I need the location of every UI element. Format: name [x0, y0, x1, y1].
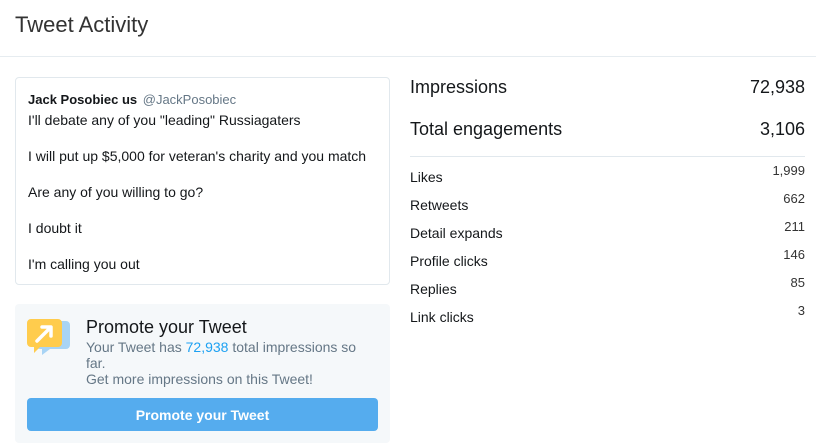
stat-row-retweets: Retweets 662	[410, 185, 805, 213]
stat-row-detail-expands: Detail expands 211	[410, 213, 805, 241]
stat-label: Profile clicks	[410, 253, 488, 269]
tweet-text-line: I doubt it	[28, 220, 82, 236]
impressions-stat: Impressions 72,938	[410, 72, 805, 114]
stats-panel: Impressions 72,938 Total engagements 3,1…	[410, 72, 805, 325]
impressions-value: 72,938	[749, 77, 805, 97]
stat-label: Detail expands	[410, 225, 503, 241]
stat-label: Retweets	[410, 197, 469, 213]
promote-text-prefix: Your Tweet has	[86, 339, 182, 355]
impressions-label: Impressions	[410, 77, 508, 97]
stat-label: Likes	[410, 169, 443, 185]
engagements-value: 3,106	[759, 119, 805, 139]
promote-tweet-button[interactable]: Promote your Tweet	[27, 398, 378, 431]
stat-row-profile-clicks: Profile clicks 146	[410, 241, 805, 269]
stat-value: 146	[783, 247, 805, 262]
promote-description: Your Tweet has 72,938 total impressions …	[86, 339, 366, 371]
engagements-label: Total engagements	[410, 119, 563, 139]
stat-row-link-clicks: Link clicks 3	[410, 297, 805, 325]
tweet-author-name[interactable]: Jack Posobiec	[28, 92, 118, 107]
stat-value: 1,999	[772, 163, 805, 178]
tweet-text-line: I'll debate any of you "leading" Russiag…	[28, 112, 301, 128]
tweet-author-flag: us	[121, 92, 138, 107]
promote-impressions-count: 72,938	[185, 339, 229, 355]
stat-value: 3	[797, 303, 805, 318]
promote-title: Promote your Tweet	[86, 317, 247, 337]
promote-megaphone-icon	[27, 319, 70, 355]
promote-subtext: Get more impressions on this Tweet!	[86, 371, 313, 387]
engagements-stat: Total engagements 3,106	[410, 114, 805, 156]
tweet-card[interactable]: Jack Posobiec us @JackPosobiec I'll deba…	[15, 77, 390, 285]
stat-row-likes: Likes 1,999	[410, 157, 805, 185]
stat-label: Link clicks	[410, 309, 474, 325]
stat-row-replies: Replies 85	[410, 269, 805, 297]
tweet-header: Jack Posobiec us @JackPosobiec	[28, 92, 377, 108]
page-title: Tweet Activity	[15, 12, 149, 37]
promote-panel: Promote your Tweet Your Tweet has 72,938…	[15, 304, 390, 443]
tweet-text-line: Are any of you willing to go?	[28, 184, 204, 200]
stat-value: 85	[790, 275, 805, 290]
tweet-text-line: I will put up $5,000 for veteran's chari…	[28, 148, 367, 164]
tweet-author-handle[interactable]: @JackPosobiec	[143, 92, 236, 107]
stat-value: 211	[784, 219, 805, 234]
tweet-text-line: I'm calling you out	[28, 256, 140, 272]
stat-value: 662	[783, 191, 805, 206]
header: Tweet Activity	[0, 0, 816, 57]
stat-label: Replies	[410, 281, 457, 297]
